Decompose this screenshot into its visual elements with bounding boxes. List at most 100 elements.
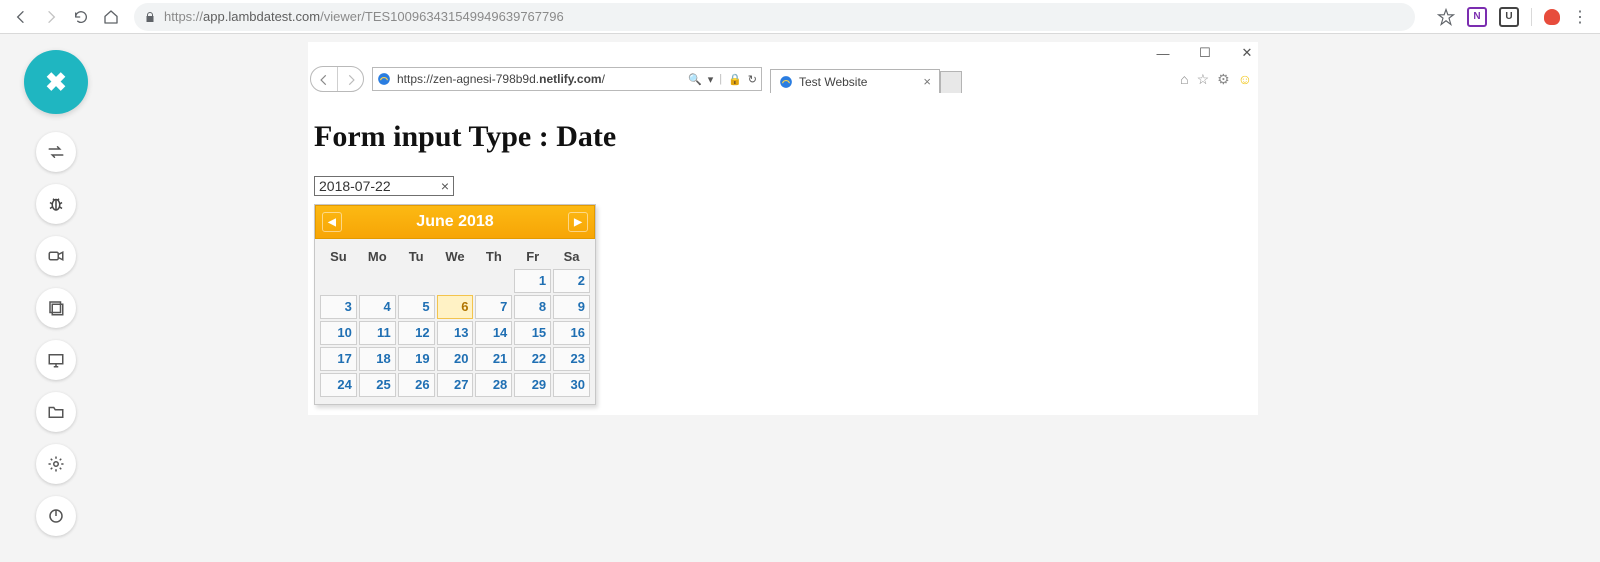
datepicker-day[interactable]: 19	[398, 347, 435, 371]
datepicker-day[interactable]: 14	[475, 321, 512, 345]
datepicker-day[interactable]: 4	[359, 295, 396, 319]
home-button[interactable]	[98, 4, 124, 30]
datepicker-day[interactable]: 3	[320, 295, 357, 319]
datepicker-empty	[320, 269, 357, 293]
window-minimize-button[interactable]: —	[1154, 46, 1172, 61]
datepicker-day[interactable]: 15	[514, 321, 551, 345]
arrow-right-icon	[43, 9, 59, 25]
datepicker-day[interactable]: 18	[359, 347, 396, 371]
ie-back-button[interactable]	[311, 67, 337, 92]
datepicker-day[interactable]: 25	[359, 373, 396, 397]
datepicker-day[interactable]: 21	[475, 347, 512, 371]
switch-button[interactable]	[36, 132, 76, 172]
arrow-left-icon	[13, 9, 29, 25]
datepicker-day[interactable]: 8	[514, 295, 551, 319]
ie-favorites-button[interactable]: ☆	[1197, 71, 1210, 88]
arrow-left-icon	[317, 73, 331, 87]
mark-bug-button[interactable]	[36, 184, 76, 224]
datepicker-grid: SuMoTuWeThFrSa 1234567891011121314151617…	[315, 239, 595, 404]
datepicker-dow: Su	[319, 245, 358, 268]
ie-new-tab-button[interactable]	[940, 71, 962, 93]
datepicker-day[interactable]: 20	[437, 347, 474, 371]
window-maximize-button[interactable]: ☐	[1196, 45, 1214, 61]
divider	[1531, 8, 1532, 26]
extension-onenote-icon[interactable]: N	[1467, 7, 1487, 27]
datepicker-empty	[359, 269, 396, 293]
datepicker-day[interactable]: 12	[398, 321, 435, 345]
datepicker-day[interactable]: 24	[320, 373, 357, 397]
ie-tab-active[interactable]: Test Website ×	[770, 69, 940, 93]
date-input[interactable]: 2018-07-22 ×	[314, 176, 454, 196]
profile-avatar-icon[interactable]	[1544, 9, 1560, 25]
datepicker-day[interactable]: 22	[514, 347, 551, 371]
end-session-button[interactable]	[36, 496, 76, 536]
datepicker-dow-row: SuMoTuWeThFrSa	[319, 245, 591, 268]
ie-search-icon[interactable]: 🔍	[688, 73, 702, 86]
ie-refresh-button[interactable]: ↻	[748, 73, 757, 86]
datepicker-day[interactable]: 10	[320, 321, 357, 345]
close-session-button[interactable]: ✖	[24, 50, 88, 114]
datepicker-dow: Fr	[513, 245, 552, 268]
datepicker-week-row: 24252627282930	[319, 372, 591, 398]
datepicker-day[interactable]: 28	[475, 373, 512, 397]
datepicker-day[interactable]: 23	[553, 347, 590, 371]
bug-icon	[47, 195, 65, 213]
arrow-right-icon	[344, 73, 358, 87]
power-icon	[47, 507, 65, 525]
datepicker-day[interactable]: 1	[514, 269, 551, 293]
datepicker-day[interactable]: 2	[553, 269, 590, 293]
datepicker-header: ◀ June 2018 ▶	[315, 205, 595, 239]
settings-button[interactable]	[36, 444, 76, 484]
gallery-icon	[47, 299, 65, 317]
datepicker-dow: Tu	[397, 245, 436, 268]
monitor-icon	[47, 351, 65, 369]
ie-feedback-button[interactable]: ☺	[1238, 71, 1252, 88]
datepicker-month-label: June 2018	[416, 213, 493, 231]
ie-favicon-icon	[377, 72, 391, 86]
datepicker-dow: Sa	[552, 245, 591, 268]
window-close-button[interactable]: ✕	[1238, 45, 1256, 61]
datepicker-prev-button[interactable]: ◀	[322, 212, 342, 232]
resolution-button[interactable]	[36, 340, 76, 380]
date-input-clear-button[interactable]: ×	[441, 178, 449, 194]
ie-tab-close-button[interactable]: ×	[923, 74, 931, 89]
forward-button[interactable]	[38, 4, 64, 30]
datepicker-next-button[interactable]: ▶	[568, 212, 588, 232]
ie-tools-button[interactable]: ⚙	[1217, 71, 1230, 88]
record-video-button[interactable]	[36, 236, 76, 276]
chrome-menu-button[interactable]: ⋮	[1572, 7, 1588, 27]
datepicker-day[interactable]: 17	[320, 347, 357, 371]
bookmark-star-button[interactable]	[1433, 4, 1459, 30]
datepicker-day[interactable]: 9	[553, 295, 590, 319]
datepicker-day[interactable]: 5	[398, 295, 435, 319]
datepicker-day[interactable]: 26	[398, 373, 435, 397]
datepicker-empty	[475, 269, 512, 293]
ie-tab-title: Test Website	[799, 75, 867, 89]
datepicker-day[interactable]: 13	[437, 321, 474, 345]
ie-address-bar[interactable]: https://zen-agnesi-798b9d.netlify.com/ 🔍…	[372, 67, 762, 91]
ie-forward-button[interactable]	[337, 67, 363, 92]
lambdatest-sidebar: ✖	[24, 50, 88, 542]
datepicker-day[interactable]: 16	[553, 321, 590, 345]
datepicker-dow: Mo	[358, 245, 397, 268]
ie-search-dropdown[interactable]: ▾	[708, 73, 714, 86]
close-icon: ✖	[45, 67, 67, 98]
datepicker: ◀ June 2018 ▶ SuMoTuWeThFrSa 12345678910…	[314, 204, 596, 405]
extension-u-icon[interactable]: U	[1499, 7, 1519, 27]
files-button[interactable]	[36, 392, 76, 432]
reload-button[interactable]	[68, 4, 94, 30]
ie-tab-favicon-icon	[779, 75, 793, 89]
datepicker-dow: Th	[474, 245, 513, 268]
datepicker-day[interactable]: 11	[359, 321, 396, 345]
screenshot-button[interactable]	[36, 288, 76, 328]
datepicker-day[interactable]: 27	[437, 373, 474, 397]
datepicker-day[interactable]: 30	[553, 373, 590, 397]
back-button[interactable]	[8, 4, 34, 30]
ie-home-button[interactable]: ⌂	[1180, 71, 1188, 88]
datepicker-day[interactable]: 6	[437, 295, 474, 319]
datepicker-week-row: 17181920212223	[319, 346, 591, 372]
datepicker-day[interactable]: 7	[475, 295, 512, 319]
address-bar[interactable]: https://app.lambdatest.com/viewer/TES100…	[134, 3, 1415, 31]
datepicker-day[interactable]: 29	[514, 373, 551, 397]
ie-lock-icon: 🔒	[728, 73, 742, 86]
